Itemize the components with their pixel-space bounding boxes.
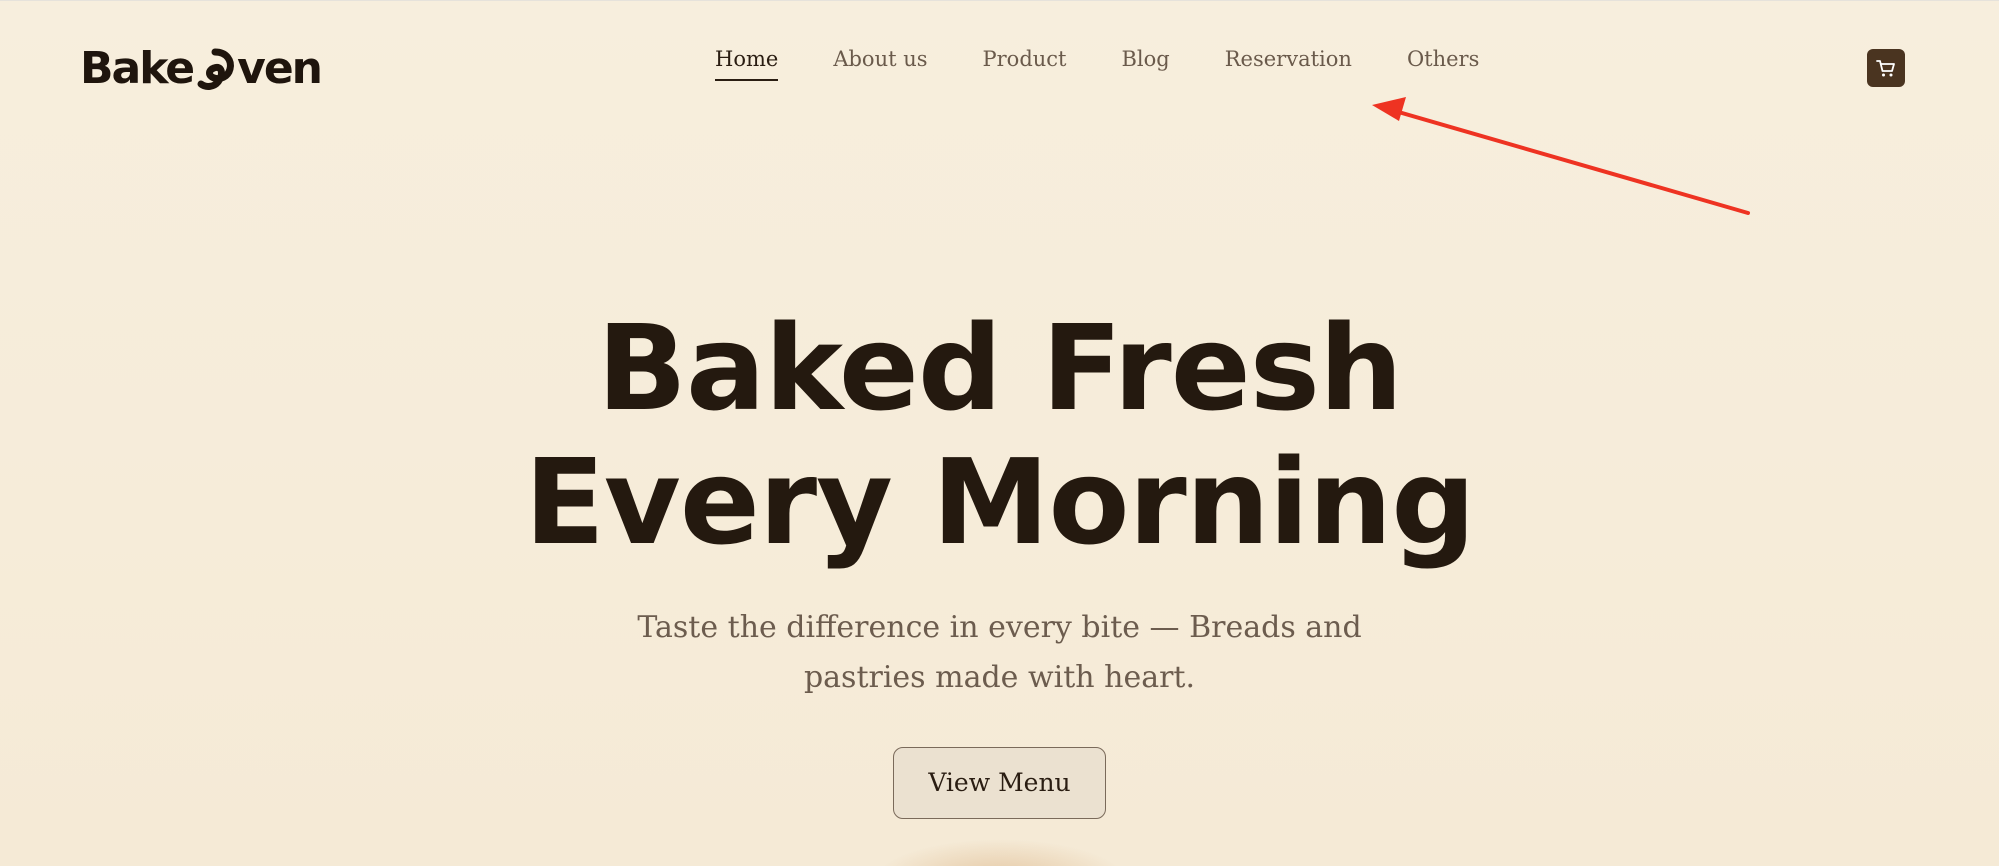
brand-logo[interactable]: Bake ven (80, 42, 323, 94)
cart-button[interactable] (1867, 49, 1905, 87)
logo-text-left: Bake (80, 42, 195, 94)
nav-item-reservation[interactable]: Reservation (1225, 47, 1352, 81)
main-nav: Home About us Product Blog Reservation O… (715, 47, 1479, 81)
nav-item-others[interactable]: Others (1407, 47, 1479, 81)
page: Bake ven Home About us Product Blog Rese… (0, 0, 1999, 866)
nav-item-about-us[interactable]: About us (833, 47, 927, 81)
nav-item-product[interactable]: Product (983, 47, 1067, 81)
site-header: Bake ven Home About us Product Blog Rese… (0, 1, 1999, 131)
cart-icon (1876, 60, 1895, 77)
oven-swirl-icon (197, 48, 235, 90)
logo-text-right: ven (237, 42, 323, 94)
hero-section: Baked Fresh Every Morning Taste the diff… (0, 301, 1999, 819)
nav-item-home[interactable]: Home (715, 47, 779, 81)
hero-title-line-2: Every Morning (524, 433, 1475, 571)
hero-subtitle-line-1: Taste the difference in every bite — Bre… (637, 610, 1362, 645)
view-menu-button[interactable]: View Menu (893, 747, 1106, 819)
hero-title-line-1: Baked Fresh (597, 299, 1403, 437)
hero-title: Baked Fresh Every Morning (0, 301, 1999, 569)
hero-subtitle-line-2: pastries made with heart. (803, 660, 1196, 695)
hero-subtitle: Taste the difference in every bite — Bre… (620, 603, 1380, 703)
nav-item-blog[interactable]: Blog (1122, 47, 1170, 81)
